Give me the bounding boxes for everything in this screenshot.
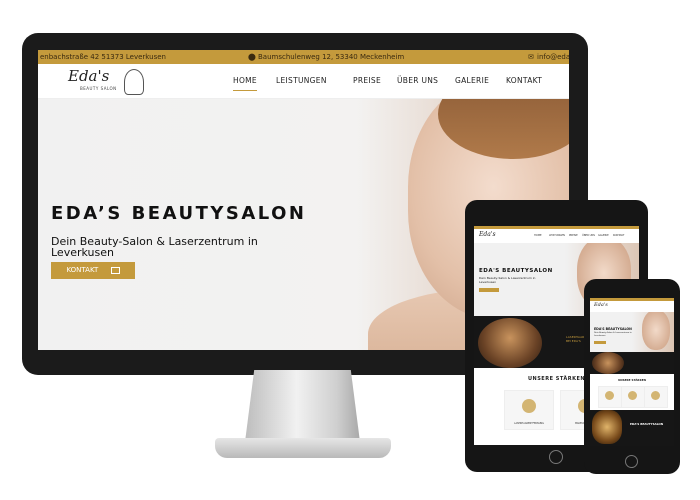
tablet-nav-galerie[interactable]: GALERIE: [598, 234, 609, 237]
tablet-nav-preise[interactable]: PREISE: [569, 234, 578, 237]
phone-card-2[interactable]: [621, 386, 645, 408]
tablet-nav-home[interactable]: HOME: [534, 234, 542, 237]
logo-script: Eda's: [68, 67, 110, 85]
phone-hero: EDA'S BEAUTYSALON Dein Beauty-Salon & La…: [590, 312, 674, 352]
tablet-dark-text-2: BEI EDA'S: [566, 339, 581, 343]
hero-subtitle: Dein Beauty-Salon & Laserzentrum in Leve…: [51, 235, 258, 259]
tablet-nav-ueber-uns[interactable]: ÜBER UNS: [582, 234, 595, 237]
phone-card-3-icon: [651, 391, 660, 400]
nav-kontakt[interactable]: KONTAKT: [506, 64, 542, 98]
nav-home[interactable]: HOME: [233, 64, 257, 91]
email-link[interactable]: info@eda: [537, 50, 569, 64]
phone-model-image: [592, 352, 624, 374]
tablet-card-laser-label: LASERHAARENTFERNUNG: [514, 422, 544, 425]
logo-subtitle: BEAUTY SALON: [80, 86, 117, 91]
address-center: Baumschulenweg 12, 53340 Meckenheim: [258, 53, 405, 61]
contact-button-label: KONTAKT: [66, 266, 99, 274]
phone-card-2-icon: [628, 391, 637, 400]
tablet-card-laser[interactable]: LASERHAARENTFERNUNG: [504, 390, 554, 430]
tablet-hero-subtitle: Dein Beauty-Salon & Laserzentrum in Leve…: [479, 276, 536, 284]
address-left: enbachstraße 42 51373 Leverkusen: [40, 53, 166, 61]
phone-section-title: UNSERE STÄRKEN: [617, 378, 647, 382]
phone-bottom-title: EDA'S BEAUTYSALON: [630, 422, 664, 426]
phone-hero-subtitle: Dein Beauty-Salon & Laserzentrum in Leve…: [594, 332, 632, 337]
logo-figure-icon: [124, 69, 144, 95]
logo[interactable]: Eda's BEAUTY SALON: [50, 67, 144, 95]
phone-screen: Eda's EDA'S BEAUTYSALON Dein Beauty-Salo…: [590, 298, 674, 446]
tablet-navigation: Eda's HOME LEISTUNGEN PREISE ÜBER UNS GA…: [474, 229, 639, 244]
tablet-model-image: [478, 318, 542, 368]
contact-button[interactable]: KONTAKT: [51, 262, 135, 279]
phone-contact-button[interactable]: [594, 341, 606, 344]
tablet-hero-title: EDA'S BEAUTYSALON: [479, 268, 553, 274]
phone-hero-face: [642, 312, 670, 350]
mail-icon-topbar: ✉: [528, 53, 534, 61]
contact-topbar: enbachstraße 42 51373 Leverkusen ⬤ Baums…: [38, 50, 569, 64]
phone-card-1-icon: [605, 391, 614, 400]
tablet-dark-text: LASERHAAR BEI EDA'S: [566, 335, 584, 343]
phone-card-1[interactable]: [598, 386, 622, 408]
nav-ueber-uns[interactable]: ÜBER UNS: [397, 64, 438, 98]
main-navigation: Eda's BEAUTY SALON HOME LEISTUNGEN PREIS…: [38, 64, 569, 99]
nav-galerie[interactable]: GALERIE: [455, 64, 489, 98]
monitor-stand-base: [215, 438, 391, 458]
nav-leistungen[interactable]: LEISTUNGEN: [276, 64, 327, 98]
tablet-logo[interactable]: Eda's: [479, 231, 496, 238]
mail-icon: [110, 266, 120, 274]
monitor-stand-neck: [245, 370, 360, 442]
tablet-home-button-icon: [549, 450, 563, 464]
phone-hero-title: EDA'S BEAUTYSALON: [594, 327, 632, 331]
phone-logo[interactable]: Eda's: [594, 302, 608, 308]
tablet-contact-button[interactable]: [479, 288, 499, 292]
phone-card-3[interactable]: [644, 386, 668, 408]
hero-title: EDA’S BEAUTYSALON: [51, 203, 307, 224]
tablet-nav-leistungen[interactable]: LEISTUNGEN: [549, 234, 565, 237]
phone-gold-model-image: [592, 410, 622, 444]
laser-icon: [522, 399, 536, 413]
nav-preise[interactable]: PREISE: [353, 64, 381, 98]
phone-home-button-icon: [625, 455, 638, 468]
location-icon: ⬤: [248, 53, 256, 61]
tablet-nav-kontakt[interactable]: KONTAKT: [613, 234, 624, 237]
